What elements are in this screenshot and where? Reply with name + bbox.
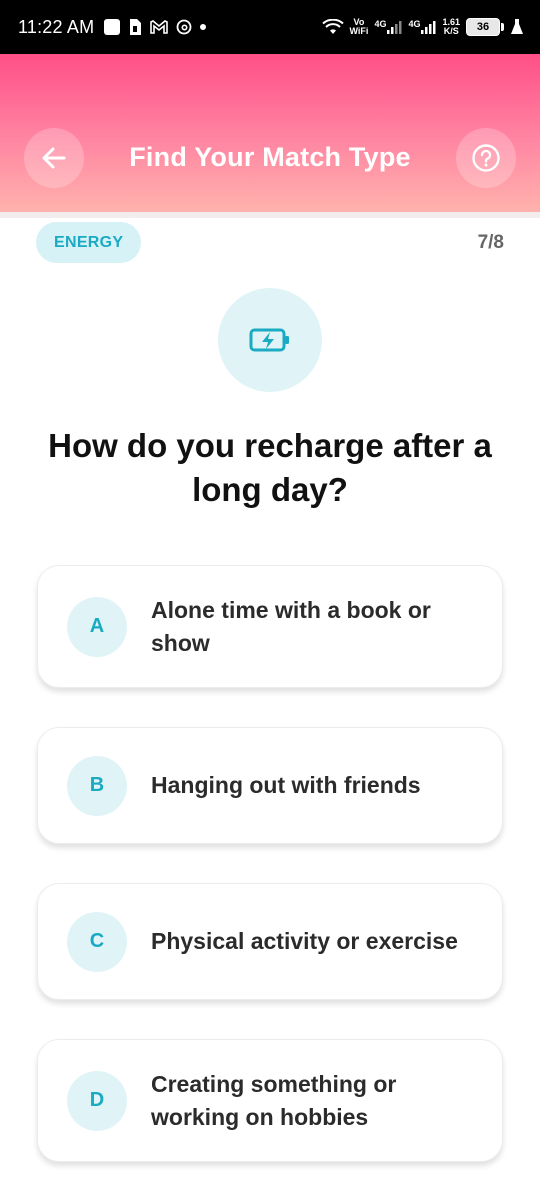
arrow-left-icon [40, 144, 68, 172]
gmail-icon [150, 20, 169, 34]
option-b[interactable]: B Hanging out with friends [37, 727, 503, 844]
square-notification-icon [104, 19, 121, 35]
dot-icon [200, 24, 207, 30]
option-letter: B [67, 755, 127, 816]
option-letter: D [67, 1070, 127, 1131]
header-divider [0, 212, 540, 218]
question-text: How do you recharge after a long day? [48, 427, 492, 508]
flask-icon [510, 18, 524, 36]
category-badge: ENERGY [36, 222, 142, 263]
status-time: 11:22 AM [18, 16, 95, 37]
option-text: Hanging out with friends [151, 772, 421, 798]
category-icon-circle [218, 288, 322, 392]
header: Find Your Match Type [0, 54, 540, 212]
option-a[interactable]: A Alone time with a book or show [37, 565, 503, 688]
status-system-icons: Vo WiFi 4G 4G 1.61 K/S 36 [321, 17, 524, 36]
status-notification-icons [104, 18, 207, 36]
signal-icon-1: 4G [374, 19, 402, 35]
status-bar: 11:22 AM Vo WiFi 4G 4G 1.61 K/S 36 [0, 0, 540, 54]
battery-icon: 36 [466, 18, 504, 36]
question-circle-icon [471, 143, 501, 173]
option-d[interactable]: D Creating something or working on hobbi… [37, 1039, 503, 1162]
option-c[interactable]: C Physical activity or exercise [37, 883, 503, 1000]
option-letter: C [67, 911, 127, 972]
option-letter: A [67, 596, 127, 657]
page-title: Find Your Match Type [129, 142, 411, 172]
back-button[interactable] [24, 128, 84, 188]
signal-icon-2: 4G [408, 19, 436, 35]
battery-charging-icon [248, 326, 292, 354]
wifi-icon [321, 19, 344, 35]
help-button[interactable] [456, 128, 516, 188]
network-speed: 1.61 K/S [442, 17, 460, 36]
threads-icon [176, 19, 192, 35]
battery-level: 36 [466, 18, 500, 36]
sim-icon [128, 18, 142, 36]
question-progress: 7/8 [477, 232, 504, 253]
option-text: Physical activity or exercise [151, 928, 458, 954]
vowifi-label: Vo WiFi [349, 17, 369, 36]
option-text: Creating something or working on hobbies [151, 1070, 397, 1130]
option-text: Alone time with a book or show [151, 596, 431, 656]
